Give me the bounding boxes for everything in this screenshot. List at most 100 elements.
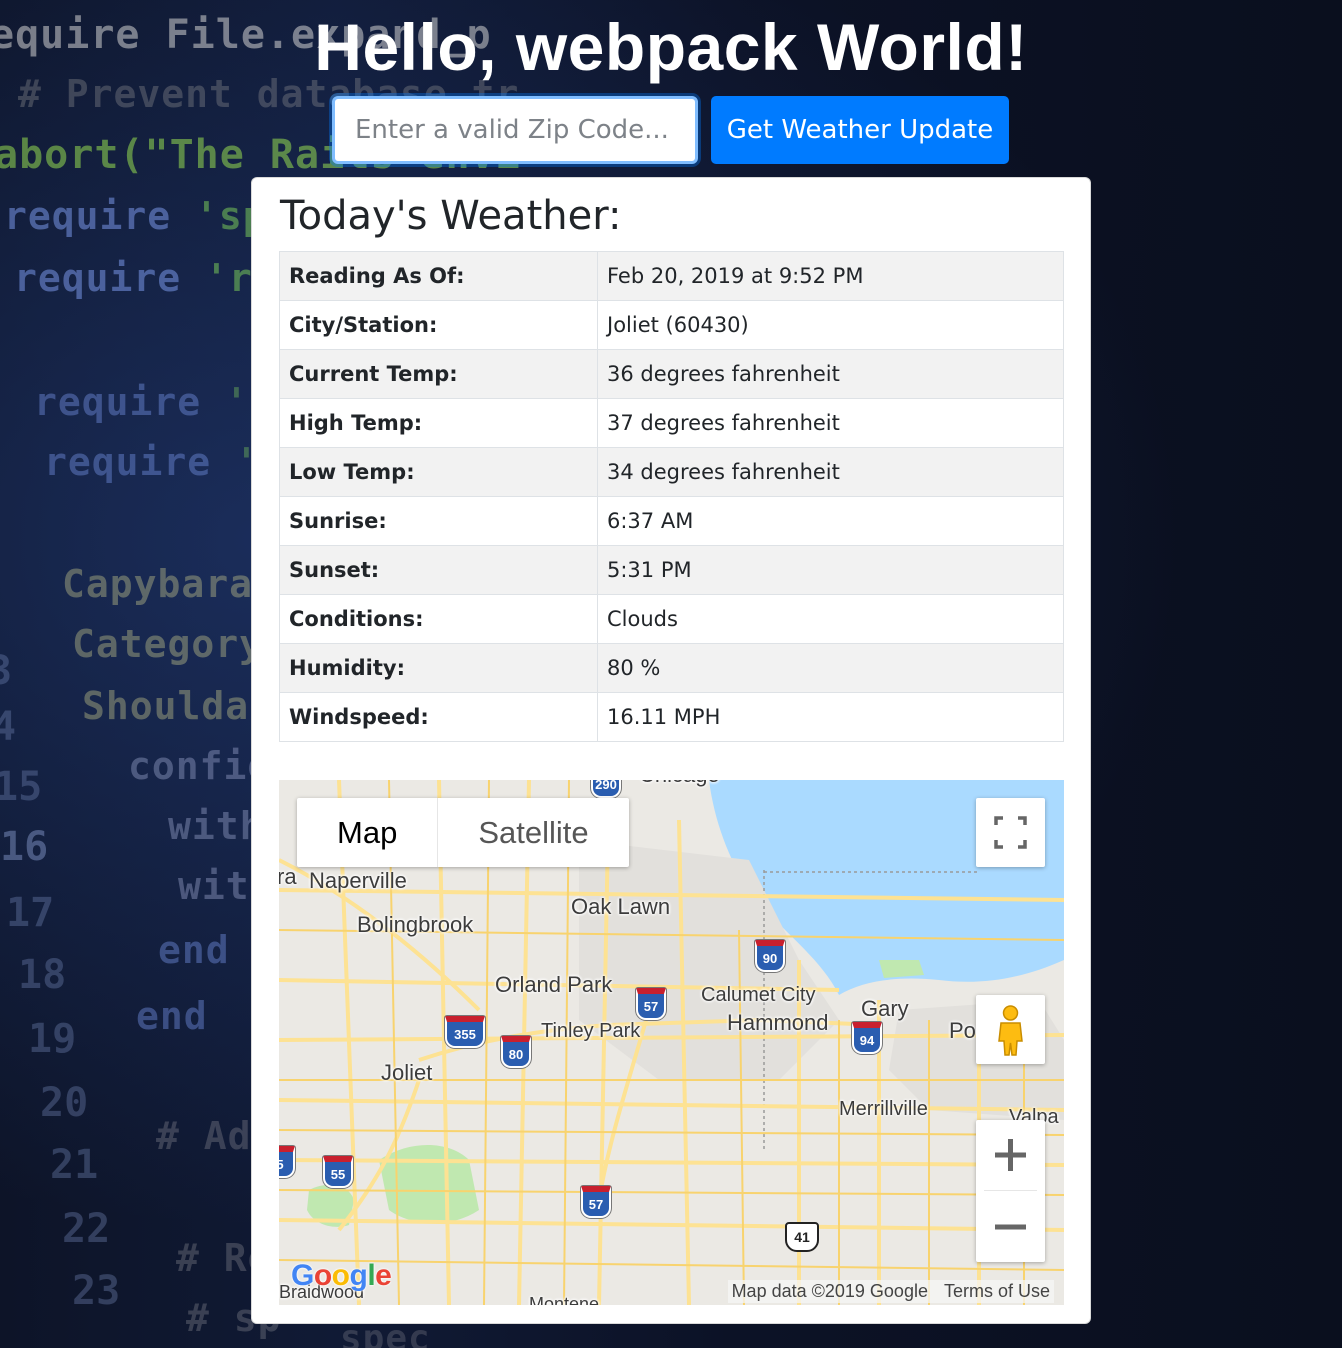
highway-shield: 57	[581, 1186, 611, 1218]
zip-form: Get Weather Update	[332, 96, 1010, 164]
table-row: Humidity: 80 %	[279, 643, 1064, 693]
row-value: Joliet (60430)	[597, 300, 1064, 350]
row-label: High Temp:	[279, 398, 598, 448]
map-label-montene: Montene	[529, 1294, 600, 1305]
table-row: High Temp: 37 degrees fahrenheit	[279, 398, 1064, 448]
map-label-oak-lawn: Oak Lawn	[571, 894, 671, 919]
zip-code-input[interactable]	[332, 96, 698, 164]
map-label-orland-park: Orland Park	[495, 972, 613, 997]
weather-heading: Today's Weather:	[280, 193, 622, 239]
row-label: Sunset:	[279, 545, 598, 595]
row-value: 5:31 PM	[597, 545, 1064, 595]
us-route-shield: 41	[785, 1222, 819, 1252]
bg-line-number: 17	[6, 890, 55, 936]
get-weather-button[interactable]: Get Weather Update	[711, 96, 1009, 164]
google-logo-letter: o	[331, 1259, 350, 1292]
row-label: Low Temp:	[279, 447, 598, 497]
weather-table: Reading As Of: Feb 20, 2019 at 9:52 PM C…	[279, 251, 1064, 742]
street-view-pegman-button[interactable]	[976, 995, 1045, 1064]
page-title: Hello, webpack World!	[314, 10, 1028, 84]
terms-of-use-link[interactable]: Terms of Use	[944, 1281, 1050, 1301]
map-label-tinley-park: Tinley Park	[541, 1020, 641, 1042]
table-row: Sunrise: 6:37 AM	[279, 496, 1064, 546]
row-label: City/Station:	[279, 300, 598, 350]
google-map[interactable]: Chicago ra Naperville Bolingbrook Oak La…	[279, 780, 1064, 1305]
bg-line-number: 16	[0, 824, 49, 870]
bg-line-number: 19	[28, 1016, 77, 1062]
bg-line-number: 23	[72, 1268, 121, 1314]
zoom-out-icon	[995, 1224, 1026, 1230]
row-label: Humidity:	[279, 643, 598, 693]
page-header: Hello, webpack World!	[0, 0, 1342, 86]
row-value: Feb 20, 2019 at 9:52 PM	[597, 251, 1064, 301]
map-attribution: Map data ©2019 Google Terms of Use	[727, 1280, 1054, 1303]
zoom-out-button[interactable]	[976, 1192, 1045, 1262]
highway-shield: 57	[636, 988, 666, 1020]
highway-shield: 290	[591, 780, 621, 798]
map-label-chicago: Chicago	[639, 780, 720, 788]
table-row: Low Temp: 34 degrees fahrenheit	[279, 447, 1064, 497]
bg-line-number: 22	[62, 1206, 111, 1252]
map-label-hammond: Hammond	[727, 1010, 829, 1035]
row-label: Reading As Of:	[279, 251, 598, 301]
map-label-calumet-city: Calumet City	[701, 984, 816, 1006]
map-label-gary: Gary	[861, 996, 909, 1021]
bg-line-number: 18	[18, 952, 67, 998]
fullscreen-icon	[994, 816, 1027, 849]
row-value: 34 degrees fahrenheit	[597, 447, 1064, 497]
bg-line-number: 21	[50, 1142, 99, 1188]
row-value: Clouds	[597, 594, 1064, 644]
table-row: Windspeed: 16.11 MPH	[279, 692, 1064, 742]
row-label: Current Temp:	[279, 349, 598, 399]
google-logo-letter: g	[349, 1259, 368, 1292]
row-value: 16.11 MPH	[597, 692, 1064, 742]
weather-card: Today's Weather: Reading As Of: Feb 20, …	[251, 177, 1091, 1324]
bg-code-line: end	[136, 994, 208, 1038]
map-type-map-button[interactable]: Map	[297, 798, 439, 867]
park	[379, 1145, 479, 1224]
bg-line-number: 4	[0, 704, 17, 750]
google-logo-letter: o	[313, 1259, 332, 1292]
row-value: 80 %	[597, 643, 1064, 693]
table-row: Current Temp: 36 degrees fahrenheit	[279, 349, 1064, 399]
row-label: Sunrise:	[279, 496, 598, 546]
zoom-in-icon	[995, 1139, 1026, 1171]
google-logo[interactable]: Google	[291, 1259, 392, 1293]
row-value: 6:37 AM	[597, 496, 1064, 546]
bg-line-number: 3	[0, 648, 13, 694]
park	[879, 960, 924, 978]
google-logo-letter: l	[367, 1259, 376, 1292]
map-label-joliet: Joliet	[381, 1060, 433, 1085]
bg-code-line: end	[158, 928, 230, 972]
zoom-divider	[984, 1190, 1037, 1191]
highway-shield: 80	[501, 1036, 531, 1068]
pegman-icon	[998, 1005, 1023, 1056]
row-label: Windspeed:	[279, 692, 598, 742]
map-label-bolingbrook: Bolingbrook	[357, 912, 474, 937]
highway-shield: 90	[755, 940, 785, 972]
row-value: 36 degrees fahrenheit	[597, 349, 1064, 399]
table-row: Conditions: Clouds	[279, 594, 1064, 644]
bg-line-number: 20	[40, 1080, 89, 1126]
highway-shield: 94	[852, 1022, 882, 1054]
row-label: Conditions:	[279, 594, 598, 644]
table-row: City/Station: Joliet (60430)	[279, 300, 1064, 350]
map-type-control: Map Satellite	[297, 798, 629, 867]
map-label-naperville: Naperville	[309, 868, 407, 893]
map-label-ra: ra	[279, 864, 297, 889]
fullscreen-button[interactable]	[976, 798, 1045, 867]
row-value: 37 degrees fahrenheit	[597, 398, 1064, 448]
zoom-in-button[interactable]	[976, 1120, 1045, 1190]
table-row: Sunset: 5:31 PM	[279, 545, 1064, 595]
highway-shield: 55	[323, 1156, 353, 1188]
map-label-merrillville: Merrillville	[839, 1098, 928, 1120]
map-data-text: Map data ©2019 Google	[731, 1281, 928, 1301]
google-logo-letter: e	[375, 1259, 392, 1292]
highway-shield: 5	[279, 1146, 295, 1178]
map-type-satellite-button[interactable]: Satellite	[438, 798, 628, 867]
map-label-po: Po	[949, 1018, 976, 1043]
bg-line-number: 15	[0, 764, 43, 810]
google-logo-letter: G	[291, 1259, 314, 1292]
zoom-control	[976, 1120, 1045, 1262]
table-row: Reading As Of: Feb 20, 2019 at 9:52 PM	[279, 251, 1064, 301]
